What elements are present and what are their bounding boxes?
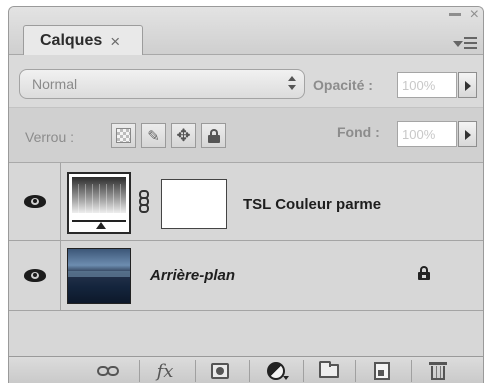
layer-row-background[interactable]: Arrière-plan (9, 241, 483, 311)
tab-calques[interactable]: Calques × (23, 25, 143, 56)
layers-empty-area (9, 311, 483, 356)
folder-icon (319, 361, 339, 378)
tab-close-icon[interactable]: × (110, 33, 120, 50)
layer-mask-thumbnail[interactable] (161, 179, 227, 229)
adjustment-thumbnail[interactable] (67, 172, 131, 234)
layer-name[interactable]: Arrière-plan (150, 267, 235, 284)
visibility-toggle[interactable] (9, 241, 61, 310)
background-thumbnail[interactable] (67, 248, 131, 304)
visibility-toggle[interactable] (9, 163, 61, 240)
delete-layer-button[interactable] (423, 359, 453, 383)
lock-row: Verrou : ✎ ✥ Fond : (9, 107, 483, 163)
half-circle-icon (267, 362, 289, 380)
add-mask-button[interactable] (205, 359, 235, 383)
blend-mode-value: Normal (32, 76, 78, 92)
arrow-right-icon (465, 81, 471, 91)
layer-row-adjustment[interactable]: TSL Couleur parme (9, 163, 483, 241)
opacity-input[interactable] (397, 72, 457, 98)
mask-icon (211, 363, 229, 379)
opacity-arrow-button[interactable] (458, 72, 477, 98)
lock-icon (207, 128, 220, 143)
fx-icon: fx (156, 360, 174, 382)
eye-icon (23, 268, 46, 283)
fill-label: Fond : (337, 124, 380, 140)
bottom-toolbar: fx (9, 356, 483, 383)
arrow-right-icon (465, 130, 471, 140)
panel-menu-icon[interactable] (451, 35, 479, 53)
checkerboard-icon (116, 128, 131, 143)
new-layer-icon (374, 362, 390, 380)
blend-mode-select[interactable]: Normal (19, 69, 305, 99)
lock-transparent-pixels-button[interactable] (111, 123, 136, 148)
lock-all-button[interactable] (201, 123, 226, 148)
link-icon (97, 366, 119, 376)
fill-arrow-button[interactable] (458, 121, 477, 147)
panel-close-icon[interactable]: × (470, 7, 479, 24)
fill-input[interactable] (397, 121, 457, 147)
minimize-icon[interactable] (449, 13, 461, 16)
brush-icon: ✎ (147, 127, 160, 145)
lock-image-pixels-button[interactable]: ✎ (141, 123, 166, 148)
lock-position-button[interactable]: ✥ (171, 123, 196, 148)
select-arrows-icon (288, 75, 298, 93)
new-group-button[interactable] (314, 359, 344, 383)
eye-icon (23, 194, 46, 209)
layer-style-button[interactable]: fx (150, 359, 180, 383)
chain-link-icon[interactable] (139, 190, 149, 214)
layers-panel: Calques × × Normal Opacité : Verrou : ✎ (8, 6, 484, 383)
blend-row: Normal Opacité : (9, 55, 483, 107)
opacity-label: Opacité : (313, 77, 373, 93)
link-layers-button[interactable] (93, 359, 123, 383)
layers-list: TSL Couleur parme Arrière-plan (9, 163, 483, 356)
new-adjustment-layer-button[interactable] (261, 359, 291, 383)
layer-name[interactable]: TSL Couleur parme (243, 196, 381, 213)
trash-icon (429, 362, 447, 380)
new-layer-button[interactable] (367, 359, 397, 383)
lock-label: Verrou : (25, 129, 75, 145)
panel-title-strip: Calques × × (9, 7, 483, 56)
tab-label: Calques (40, 32, 103, 49)
move-icon: ✥ (176, 125, 191, 145)
